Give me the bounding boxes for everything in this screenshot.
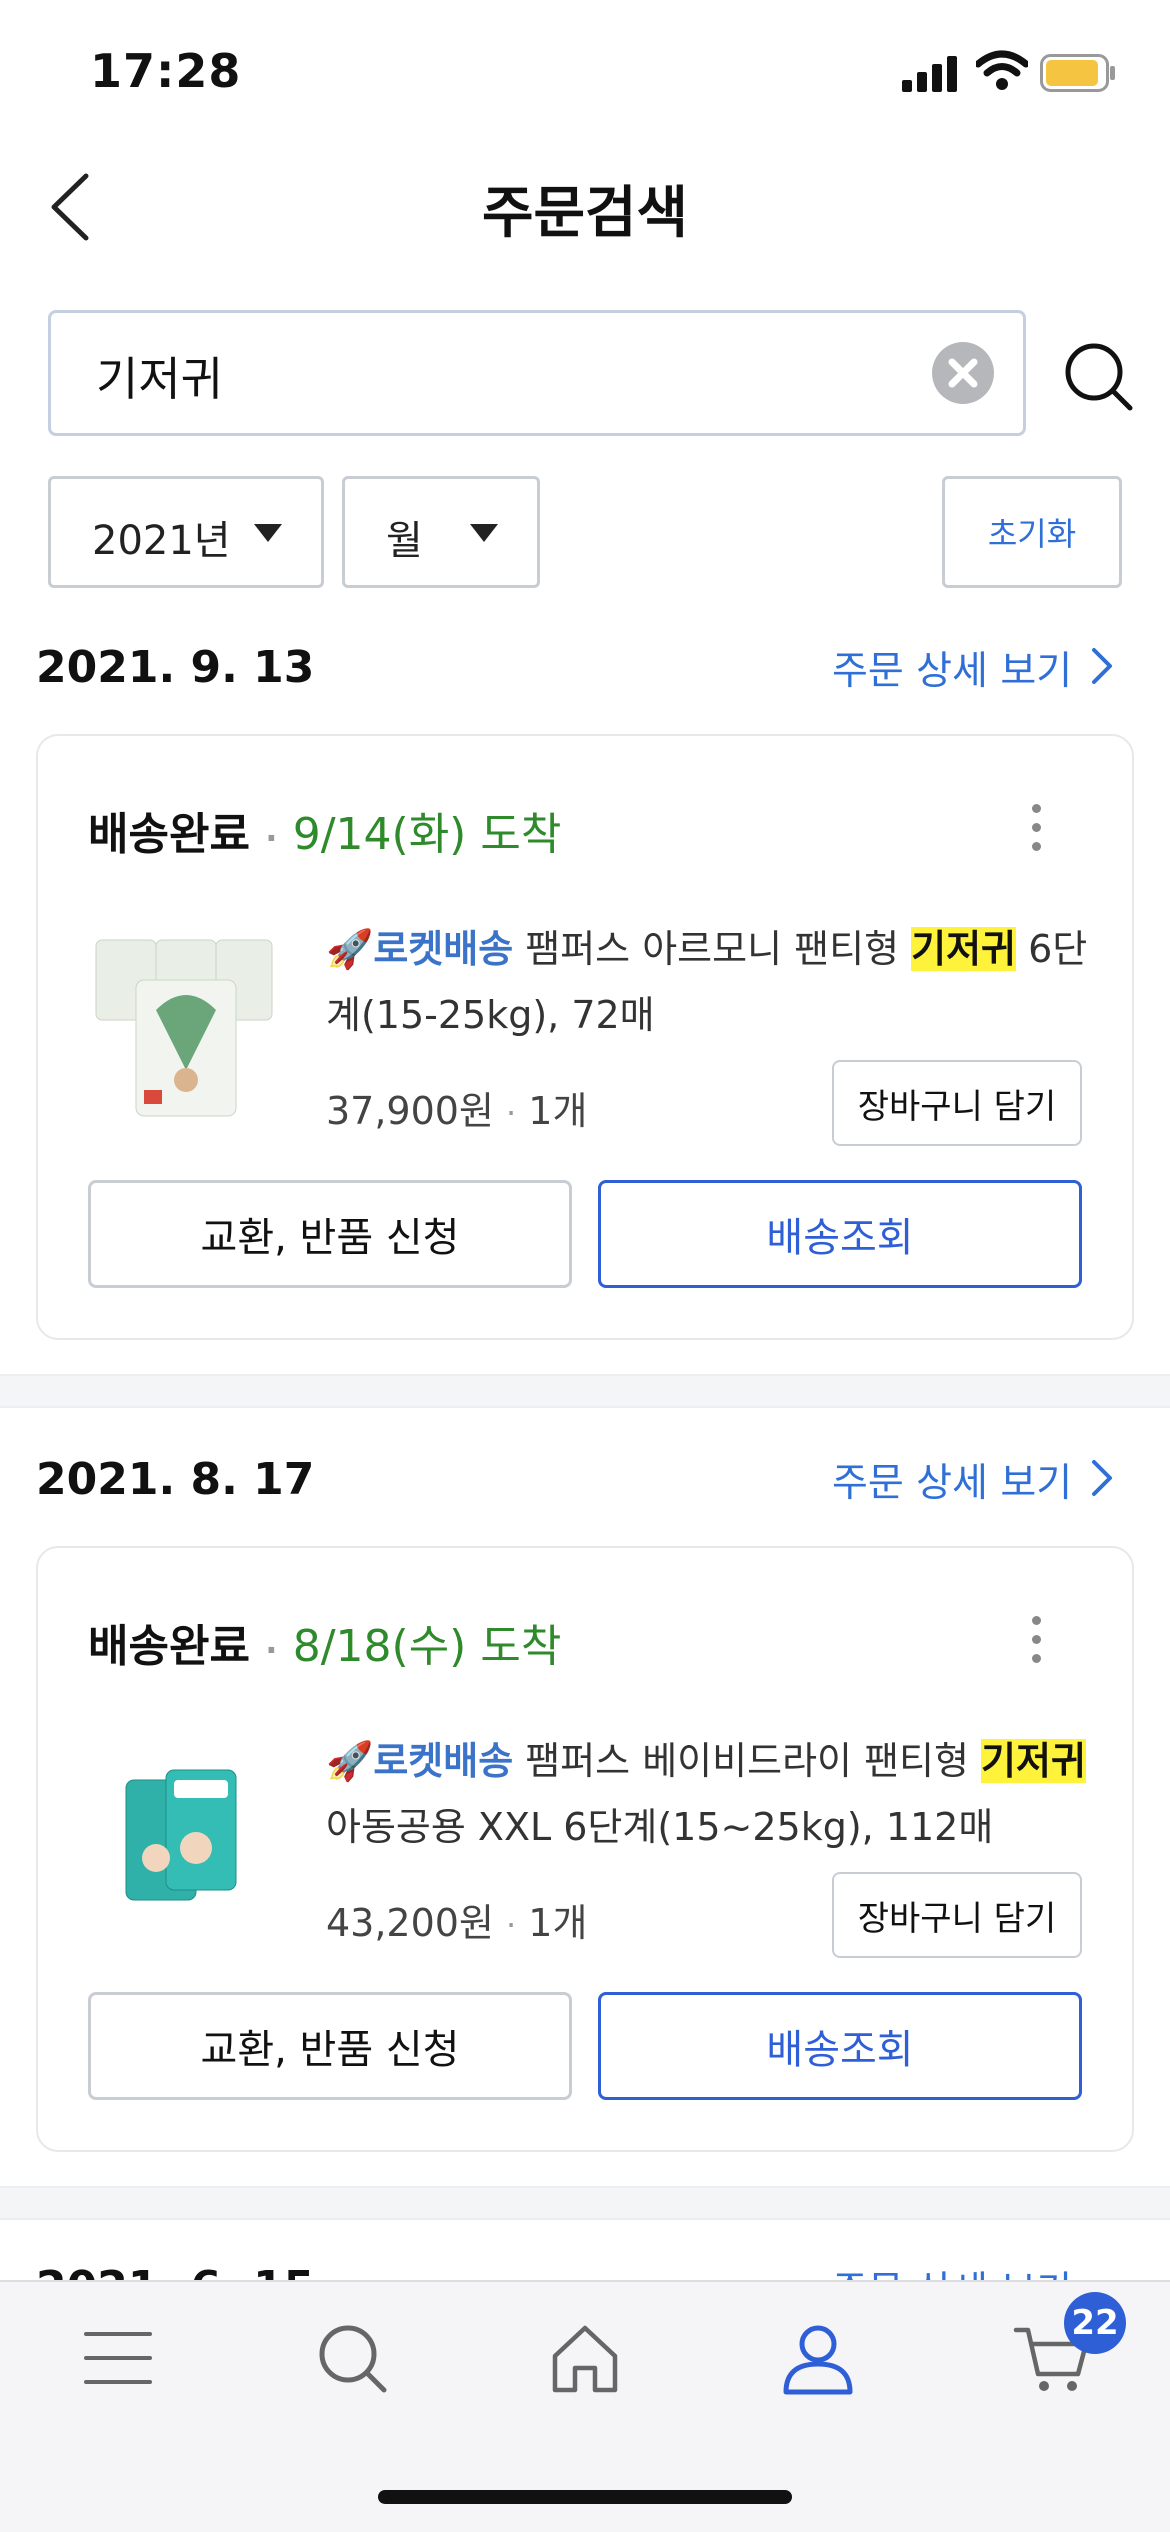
search-icon[interactable]	[312, 2318, 392, 2398]
product-name-text: 팸퍼스 베이비드라이 팬티형	[525, 1739, 969, 1783]
arrival-date: 8/18(수) 도착	[292, 1621, 562, 1672]
order-date: 2021. 9. 13	[36, 642, 315, 693]
product-name[interactable]: 🚀로켓배송 팸퍼스 베이비드라이 팬티형 기저귀 아동공용 XXL 6단계(15…	[326, 1728, 1116, 1860]
search-icon[interactable]	[1062, 340, 1134, 412]
price: 37,900원	[326, 1089, 494, 1133]
search-input-value: 기저귀	[96, 352, 223, 406]
product-name-text: 팸퍼스 아르모니 팬티형	[525, 927, 900, 971]
order-date: 2021. 8. 17	[36, 1454, 315, 1505]
price-quantity: 43,200원 · 1개	[326, 1892, 587, 1947]
rocket-icon: 🚀	[326, 927, 374, 971]
order-detail-link[interactable]: 주문 상세 보기	[832, 640, 1072, 696]
battery-icon	[1040, 54, 1115, 92]
search-highlight: 기저귀	[981, 1739, 1086, 1783]
arrival-date: 9/14(화) 도착	[292, 809, 562, 860]
price: 43,200원	[326, 1901, 494, 1945]
more-options-icon[interactable]	[1032, 804, 1044, 861]
home-icon[interactable]	[545, 2318, 625, 2398]
cart-count-badge: 22	[1064, 2292, 1126, 2354]
separator-dot: ·	[506, 1906, 517, 1944]
my-page-icon[interactable]	[778, 2318, 858, 2398]
rocket-icon: 🚀	[326, 1739, 374, 1783]
add-to-cart-button[interactable]: 장바구니 담기	[832, 1060, 1082, 1146]
year-dropdown-value: 2021년	[92, 518, 231, 564]
month-dropdown-value: 월	[386, 518, 423, 564]
menu-icon[interactable]	[78, 2318, 158, 2398]
price-quantity: 37,900원 · 1개	[326, 1080, 587, 1135]
track-delivery-button[interactable]: 배송조회	[598, 1992, 1082, 2100]
order-status-line: 배송완료 · 8/18(수) 도착	[88, 1610, 561, 1674]
track-delivery-button[interactable]: 배송조회	[598, 1180, 1082, 1288]
chevron-right-icon[interactable]	[1090, 1458, 1116, 1498]
quantity: 1개	[528, 1901, 588, 1945]
delivery-status: 배송완료	[88, 809, 250, 860]
reset-button[interactable]: 초기화	[942, 476, 1122, 588]
product-image[interactable]	[86, 920, 282, 1120]
month-dropdown[interactable]	[342, 476, 540, 588]
chevron-right-icon[interactable]	[1090, 646, 1116, 686]
section-divider	[0, 2186, 1170, 2220]
separator-dot: ·	[265, 819, 278, 857]
separator-dot: ·	[265, 1631, 278, 1669]
search-highlight: 기저귀	[911, 927, 1017, 971]
clear-search-button[interactable]	[932, 342, 994, 404]
exchange-return-button[interactable]: 교환, 반품 신청	[88, 1992, 572, 2100]
rocket-delivery-badge: 로켓배송	[373, 927, 514, 971]
exchange-return-button[interactable]: 교환, 반품 신청	[88, 1180, 572, 1288]
section-divider	[0, 1374, 1170, 1408]
rocket-delivery-badge: 로켓배송	[373, 1739, 514, 1783]
cellular-signal-icon	[902, 56, 957, 92]
quantity: 1개	[528, 1089, 588, 1133]
chevron-down-icon	[470, 524, 498, 542]
order-detail-link[interactable]: 주문 상세 보기	[832, 1452, 1072, 1508]
home-indicator	[378, 2490, 792, 2504]
close-icon	[948, 358, 978, 388]
more-options-icon[interactable]	[1032, 1616, 1044, 1673]
product-image[interactable]	[86, 1740, 282, 1940]
chevron-down-icon	[254, 524, 282, 542]
page-title: 주문검색	[481, 181, 689, 246]
status-time: 17:28	[90, 44, 242, 98]
order-status-line: 배송완료 · 9/14(화) 도착	[88, 798, 561, 862]
product-name-text: 아동공용 XXL 6단계(15~25kg), 112매	[326, 1805, 994, 1849]
wifi-icon	[976, 50, 1028, 90]
separator-dot: ·	[506, 1094, 517, 1132]
delivery-status: 배송완료	[88, 1621, 250, 1672]
add-to-cart-button[interactable]: 장바구니 담기	[832, 1872, 1082, 1958]
product-name[interactable]: 🚀로켓배송 팸퍼스 아르모니 팬티형 기저귀 6단계(15-25kg), 72매	[326, 916, 1116, 1048]
